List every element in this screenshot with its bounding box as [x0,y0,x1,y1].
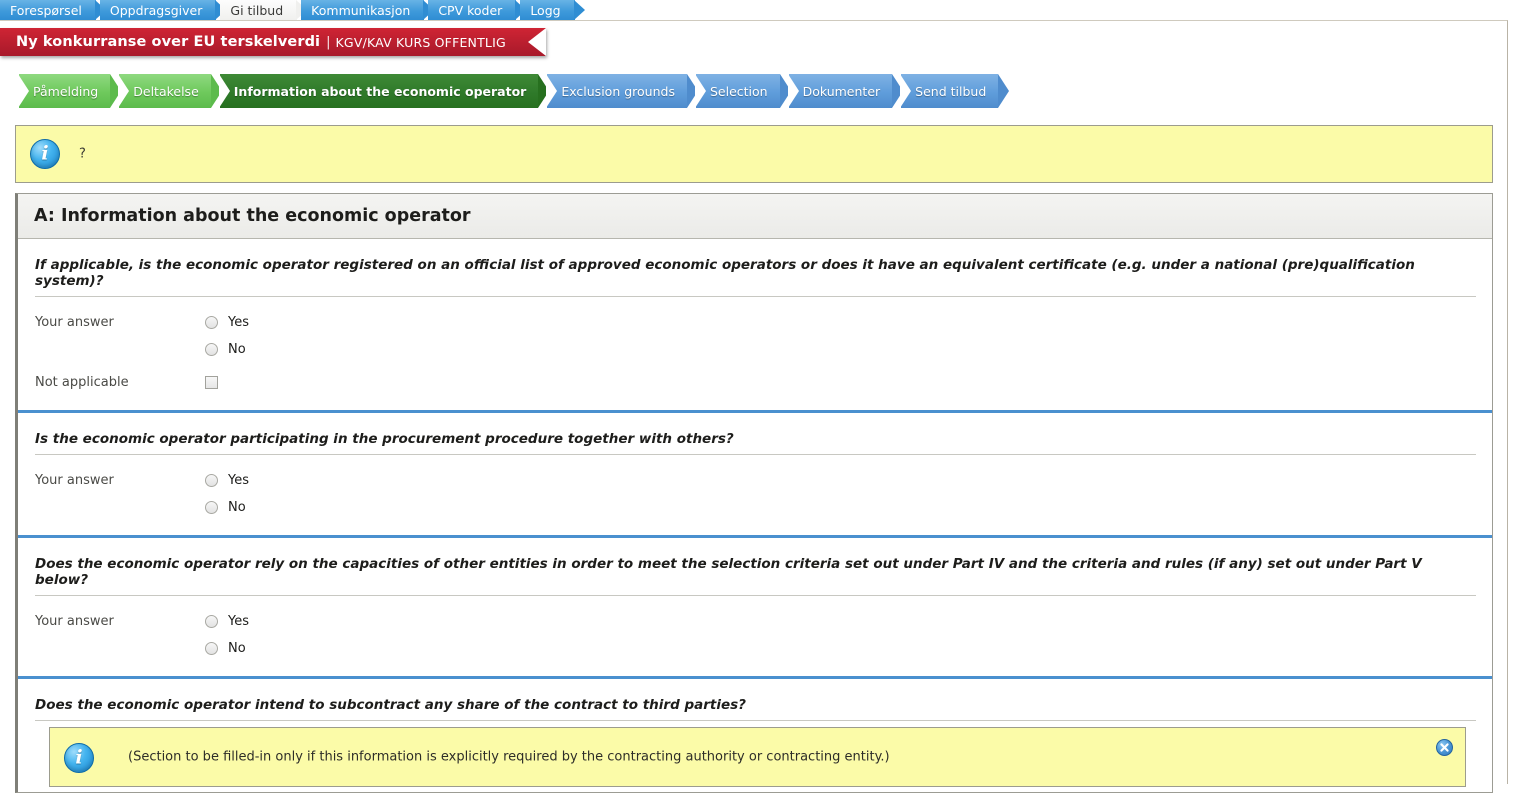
radio-no[interactable] [205,343,218,356]
step-information-about-the-economic-operator[interactable]: Information about the economic operator [218,74,549,108]
organization-name: KGV/KAV KURS OFFENTLIG [335,34,506,50]
question-text: Does the economic operator intend to sub… [35,697,1476,721]
step-send-tilbud[interactable]: Send tilbud [900,74,1010,108]
close-icon[interactable] [1436,739,1453,756]
tab-gi-tilbud[interactable]: Gi tilbud [220,0,307,20]
question-block-subcontract: Does the economic operator intend to sub… [18,679,1492,787]
step-label: Information about the economic operator [233,83,527,99]
tab-label: Kommunikasjon [311,2,411,18]
radio-yes-label: Yes [228,614,249,629]
step-label: Deltakelse [133,83,199,99]
radio-no-label: No [228,500,246,515]
step-deltakelse[interactable]: Deltakelse [118,74,222,108]
wizard-steps: Påmelding Deltakelse Information about t… [17,74,1010,108]
page-title: A: Information about the economic operat… [34,206,471,226]
step-label: Exclusion grounds [561,83,675,99]
question-text: Is the economic operator participating i… [35,431,1476,455]
radio-no[interactable] [205,642,218,655]
question-block-participating-with-others: Is the economic operator participating i… [18,413,1492,538]
step-label: Påmelding [33,83,99,99]
step-label: Dokumenter [802,83,881,99]
radio-yes[interactable] [205,316,218,329]
answer-label: Your answer [35,315,114,330]
step-selection[interactable]: Selection [694,74,791,108]
radio-yes-label: Yes [228,315,249,330]
step-dokumenter[interactable]: Dokumenter [787,74,903,108]
top-info-banner: ? [15,125,1493,183]
step-label: Selection [709,83,768,99]
question-block-rely-on-capacities: Does the economic operator rely on the c… [18,538,1492,679]
radio-yes[interactable] [205,474,218,487]
step-exclusion-grounds[interactable]: Exclusion grounds [546,74,698,108]
radio-yes-label: Yes [228,473,249,488]
answer-row-yes: Your answer Yes [35,309,1476,336]
tab-forespoersel[interactable]: Forespørsel [0,0,106,20]
radio-yes[interactable] [205,615,218,628]
top-info-banner-text: ? [79,146,86,162]
tab-label: Gi tilbud [230,2,284,18]
not-applicable-label: Not applicable [35,375,129,390]
question-text: If applicable, is the economic operator … [35,257,1476,297]
main-tab-bar: Forespørsel Oppdragsgiver Gi tilbud Komm… [0,0,1516,20]
info-icon [30,139,60,169]
radio-no-label: No [228,342,246,357]
question-block-registered-official-list: If applicable, is the economic operator … [18,239,1492,413]
radio-no[interactable] [205,501,218,514]
tab-logg[interactable]: Logg [520,0,585,20]
tab-label: CPV koder [438,2,503,18]
answer-row-no: No [35,494,1476,521]
section-body: If applicable, is the economic operator … [18,239,1492,787]
answer-row-no: No [35,635,1476,662]
question-text: Does the economic operator rely on the c… [35,556,1476,596]
ribbon-separator: | [326,34,331,50]
tab-oppdragsgiver[interactable]: Oppdragsgiver [99,0,226,20]
tab-cpv-koder[interactable]: CPV koder [428,0,527,20]
answer-label: Your answer [35,614,114,629]
radio-no-label: No [228,641,246,656]
answer-label: Your answer [35,473,114,488]
tab-label: Logg [530,2,561,18]
competition-title: Ny konkurranse over EU terskelverdi [16,34,321,50]
section-panel: A: Information about the economic operat… [15,193,1493,793]
tab-label: Oppdragsgiver [109,2,203,18]
section-header: A: Information about the economic operat… [18,194,1492,239]
tab-label: Forespørsel [10,2,82,18]
checkbox-not-applicable[interactable] [205,376,218,389]
info-icon [64,743,94,773]
answer-row-not-applicable: Not applicable [35,369,1476,396]
competition-ribbon: Ny konkurranse over EU terskelverdi | KG… [0,28,1507,56]
tab-kommunikasjon[interactable]: Kommunikasjon [301,0,435,20]
answer-row-yes: Your answer Yes [35,467,1476,494]
page-container: Ny konkurranse over EU terskelverdi | KG… [0,20,1508,793]
answer-row-yes: Your answer Yes [35,608,1476,635]
step-label: Send tilbud [915,83,987,99]
bottom-info-notice: (Section to be filled-in only if this in… [49,727,1466,787]
bottom-info-notice-text: (Section to be filled-in only if this in… [128,749,890,765]
step-pamelding[interactable]: Påmelding [17,74,122,108]
answer-row-no: No [35,336,1476,363]
